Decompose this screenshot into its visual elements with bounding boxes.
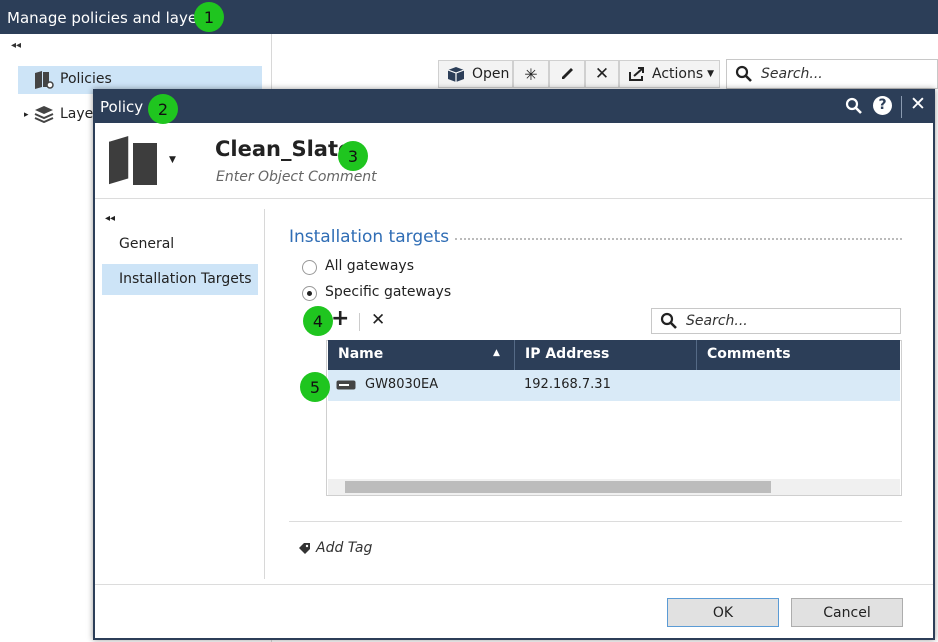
object-name[interactable]: Clean_Slate: [215, 137, 352, 161]
search-placeholder: Search...: [761, 66, 823, 82]
nav-item-label: Installation Targets: [119, 271, 252, 287]
radio-specific-gateways[interactable]: Specific gateways: [302, 284, 472, 306]
sparkle-icon: ✳: [524, 64, 538, 84]
column-header-name[interactable]: Name ▲: [328, 340, 515, 370]
column-header-comments[interactable]: Comments: [697, 340, 900, 370]
footer-divider: [95, 584, 933, 585]
share-icon: [629, 67, 644, 81]
section-title: Installation targets: [289, 227, 450, 247]
delete-button[interactable]: ✕: [585, 60, 619, 88]
sort-asc-icon: ▲: [493, 348, 500, 358]
cell-name: GW8030EA: [365, 377, 439, 392]
column-header-label: IP Address: [525, 346, 610, 362]
policy-book-icon[interactable]: [107, 135, 159, 185]
ok-button[interactable]: OK: [667, 598, 779, 627]
tree-item-layers[interactable]: Layers: [34, 104, 94, 126]
tree-item-label: Policies: [60, 71, 112, 87]
callout-badge-2: 2: [148, 94, 178, 124]
radio-label: All gateways: [325, 258, 414, 274]
titlebar-divider: [901, 96, 902, 118]
expand-caret-icon[interactable]: ▸: [24, 110, 29, 120]
actions-button[interactable]: Actions ▼: [619, 60, 720, 88]
open-button[interactable]: Open: [438, 60, 513, 88]
pencil-icon: [562, 68, 573, 79]
add-tag-label: Add Tag: [316, 540, 373, 556]
close-icon: ✕: [594, 64, 610, 84]
remove-target-button[interactable]: ✕: [371, 310, 385, 330]
actions-button-label: Actions: [652, 66, 704, 82]
gateway-icon: [336, 380, 356, 390]
outer-window-titlebar: Manage policies and layers: [0, 0, 938, 34]
search-placeholder: Search...: [686, 313, 748, 329]
column-header-label: Name: [338, 346, 384, 362]
dialog-search-icon[interactable]: [845, 97, 863, 115]
dialog-close-icon[interactable]: ✕: [910, 93, 926, 115]
policy-dialog: Policy ? ✕ ▼ Clean_Slate Enter Object Co…: [93, 89, 935, 640]
callout-badge-4: 4: [303, 306, 333, 336]
radio-button[interactable]: [302, 260, 317, 275]
close-icon: ✕: [371, 310, 386, 330]
new-button[interactable]: ✳: [513, 60, 549, 88]
radio-button[interactable]: [302, 286, 317, 301]
collapse-pane-icon[interactable]: ◂◂: [11, 40, 21, 51]
dialog-title: Policy: [100, 98, 144, 116]
header-divider: [95, 198, 933, 199]
grid-header: Name ▲ IP Address Comments: [328, 340, 900, 370]
tag-divider: [289, 521, 902, 522]
column-header-ip[interactable]: IP Address: [515, 340, 697, 370]
column-header-label: Comments: [707, 346, 791, 362]
nav-item-general[interactable]: General: [102, 229, 258, 260]
dialog-titlebar: Policy: [95, 91, 933, 123]
icon-dropdown-icon[interactable]: ▼: [169, 155, 176, 165]
search-icon: [735, 65, 752, 82]
layers-icon: [34, 106, 54, 123]
scrollbar-thumb[interactable]: [345, 481, 771, 493]
outer-search-input[interactable]: Search...: [726, 59, 938, 89]
tag-icon: [299, 543, 310, 554]
callout-badge-1: 1: [194, 2, 224, 32]
callout-badge-3: 3: [338, 141, 368, 171]
toolbar-divider: [359, 313, 360, 331]
cell-ip: 192.168.7.31: [524, 377, 611, 392]
open-button-label: Open: [472, 66, 510, 82]
nav-item-installation-targets[interactable]: Installation Targets: [102, 264, 258, 295]
search-icon: [660, 312, 677, 329]
cancel-button[interactable]: Cancel: [791, 598, 903, 627]
nav-item-label: General: [119, 236, 175, 252]
collapse-nav-icon[interactable]: ◂◂: [105, 213, 115, 224]
table-row[interactable]: GW8030EA 192.168.7.31: [328, 370, 900, 401]
add-target-button[interactable]: +: [331, 308, 349, 330]
section-divider: [455, 238, 902, 240]
outer-window-title: Manage policies and layers: [7, 9, 212, 27]
plus-icon: +: [331, 306, 350, 331]
policy-icon: [35, 71, 54, 89]
callout-badge-5: 5: [300, 372, 330, 402]
tree-item-label: Layers: [60, 106, 94, 122]
object-comment-field[interactable]: Enter Object Comment: [216, 169, 377, 185]
targets-search-input[interactable]: Search...: [651, 308, 901, 334]
box-icon: [447, 66, 465, 82]
radio-all-gateways[interactable]: All gateways: [302, 258, 462, 280]
help-icon[interactable]: ?: [873, 96, 892, 115]
radio-label: Specific gateways: [325, 284, 452, 300]
chevron-down-icon: ▼: [707, 69, 715, 79]
edit-button[interactable]: [549, 60, 585, 88]
